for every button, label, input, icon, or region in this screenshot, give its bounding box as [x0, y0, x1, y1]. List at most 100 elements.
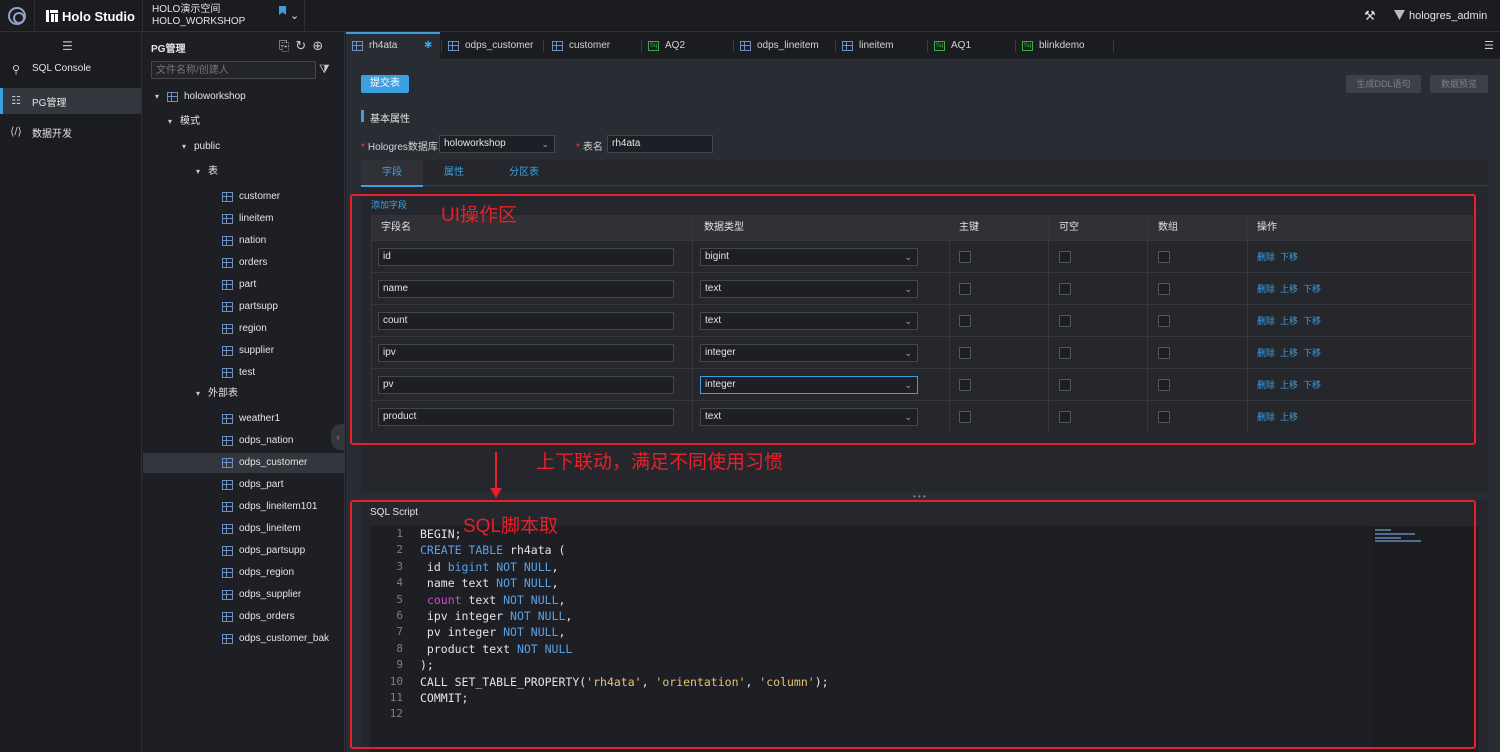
tree-label: odps_lineitem101 — [239, 501, 318, 512]
tree-label: odps_customer — [239, 457, 308, 468]
tab-rh4ata[interactable]: rh4ata ✱ — [346, 32, 440, 60]
tree-item-foreign-table[interactable]: odps_supplier — [143, 585, 345, 605]
tree-item-table[interactable]: region — [143, 319, 345, 339]
table-icon — [352, 41, 363, 51]
generate-ddl-button[interactable]: 生成DDL语句 — [1346, 75, 1421, 93]
tree-item-foreign-table[interactable]: odps_part — [143, 475, 345, 495]
tree-label: supplier — [239, 345, 275, 356]
tree-item-table[interactable]: orders — [143, 253, 345, 273]
tab-fields[interactable]: 字段 — [361, 160, 423, 187]
data-preview-button[interactable]: 数据预览 — [1430, 75, 1488, 93]
table-icon — [222, 524, 233, 534]
tab-odps_lineitem[interactable]: odps_lineitem — [734, 32, 834, 60]
ui-area-highlight — [350, 194, 1476, 445]
tab-AQ1[interactable]: Sq AQ1 — [928, 32, 1014, 60]
refresh-icon[interactable]: ↻ — [295, 38, 312, 53]
new-file-icon[interactable]: ⎘ — [279, 38, 295, 53]
tree-item-foreign-group[interactable]: ▾ 外部表 — [143, 384, 345, 404]
tree-label: customer — [239, 191, 281, 202]
tab-AQ2[interactable]: Sq AQ2 — [642, 32, 732, 60]
tree-label: odps_customer_bak — [239, 633, 330, 644]
section-title: 基本属性 — [370, 114, 410, 125]
workspace-switcher[interactable]: HOLO演示空间 HOLO_WORKSHOP — [152, 4, 245, 28]
tree-label: test — [239, 367, 256, 378]
tools-icon[interactable]: ⚒ — [1364, 8, 1376, 24]
filter-icon[interactable]: ⧩ — [319, 62, 330, 77]
nav-item-sql-console[interactable]: ⚲ SQL Console — [0, 57, 141, 83]
ui-area-annotation: UI操作区 — [441, 205, 518, 226]
chevron-down-icon[interactable]: ▾ — [182, 137, 186, 157]
db-label: * Hologres数据库 — [361, 142, 438, 153]
tree-item-foreign-table[interactable]: odps_customer_bak — [143, 629, 345, 649]
chevron-down-icon[interactable]: ▾ — [196, 384, 200, 404]
tab-odps_customer[interactable]: odps_customer — [442, 32, 542, 60]
chevron-down-icon[interactable]: ▾ — [168, 112, 172, 132]
nav-item-data-dev[interactable]: ⟨/⟩ 数据开发 — [0, 119, 141, 145]
collapse-panel-icon[interactable]: ‹ — [331, 424, 345, 450]
nav-item-pg-manage[interactable]: ☷ PG管理 — [0, 88, 141, 114]
table-name-label: * 表名 — [576, 142, 603, 153]
tree-label: holoworkshop — [184, 91, 246, 102]
chevron-down-icon[interactable]: ⌄ — [290, 9, 299, 22]
tree-item-table[interactable]: nation — [143, 231, 345, 251]
close-icon[interactable]: ✱ — [424, 32, 432, 60]
splitter-handle[interactable]: • • • — [913, 493, 935, 501]
table-icon — [222, 480, 233, 490]
app-root: Holo Studio HOLO演示空间 HOLO_WORKSHOP ⌄ ⚒ h… — [0, 0, 1500, 752]
table-icon — [222, 546, 233, 556]
locate-icon[interactable]: ⊕ — [312, 38, 329, 53]
user-name[interactable]: hologres_admin — [1409, 10, 1487, 22]
tree-label: odps_supplier — [239, 589, 302, 600]
tabs-bar: rh4ata ✱ odps_customer customer Sq AQ2 odps_li… — [346, 32, 1500, 60]
tree-item-database[interactable]: ▾ holoworkshop — [143, 87, 345, 107]
chevron-down-icon[interactable]: ▾ — [155, 87, 159, 107]
tree-item-foreign-table[interactable]: odps_orders — [143, 607, 345, 627]
table-icon — [448, 41, 459, 51]
tree-item-foreign-table[interactable]: odps_customer — [143, 453, 345, 473]
table-icon — [222, 258, 233, 268]
bookmark-icon[interactable] — [279, 6, 286, 15]
tab-customer[interactable]: customer — [546, 32, 640, 60]
tree-label: part — [239, 279, 257, 290]
search-input[interactable] — [151, 61, 316, 79]
tree-item-table[interactable]: customer — [143, 187, 345, 207]
tree-label: nation — [239, 235, 267, 246]
tree-label: orders — [239, 257, 268, 268]
table-icon — [222, 590, 233, 600]
tree-item-foreign-table[interactable]: odps_lineitem101 — [143, 497, 345, 517]
tree-label: weather1 — [239, 413, 281, 424]
table-name-input[interactable]: rh4ata — [607, 135, 713, 153]
tabs-menu-icon[interactable]: ☰ — [1484, 39, 1494, 52]
nav-label: SQL Console — [32, 63, 92, 74]
database-select[interactable]: holoworkshop ⌄ — [439, 135, 555, 153]
sql-icon: Sq — [648, 41, 659, 51]
tree-item-tables-group[interactable]: ▾ 表 — [143, 162, 345, 182]
chevron-down-icon[interactable]: ▾ — [196, 162, 200, 182]
table-icon — [552, 41, 563, 51]
user-vip-icon — [1394, 10, 1405, 20]
tree-label: partsupp — [239, 301, 278, 312]
tree-label: region — [239, 323, 267, 334]
tab-properties[interactable]: 属性 — [423, 160, 485, 186]
tab-partition[interactable]: 分区表 — [493, 160, 555, 186]
tree-item-foreign-table[interactable]: weather1 — [143, 409, 345, 429]
tree-item-table[interactable]: supplier — [143, 341, 345, 361]
tree-item-schema-group[interactable]: ▾ 模式 — [143, 112, 345, 132]
tree-item-table[interactable]: lineitem — [143, 209, 345, 229]
tree-item-schema[interactable]: ▾ public — [143, 137, 345, 157]
submit-table-button[interactable]: 提交表 — [361, 75, 409, 93]
tree-item-foreign-table[interactable]: odps_region — [143, 563, 345, 583]
tree-label: odps_region — [239, 567, 295, 578]
tree-item-foreign-table[interactable]: odps_nation — [143, 431, 345, 451]
holo-logo-icon[interactable] — [8, 7, 26, 25]
tree-item-table[interactable]: partsupp — [143, 297, 345, 317]
tree-item-table[interactable]: test — [143, 363, 345, 383]
tab-lineitem[interactable]: lineitem — [836, 32, 926, 60]
tree-item-foreign-table[interactable]: odps_partsupp — [143, 541, 345, 561]
menu-icon[interactable]: ☰ — [62, 39, 73, 53]
tree-item-table[interactable]: part — [143, 275, 345, 295]
tree-label: 模式 — [180, 116, 200, 127]
tab-blinkdemo[interactable]: Sq blinkdemo — [1016, 32, 1112, 60]
tree-item-foreign-table[interactable]: odps_lineitem — [143, 519, 345, 539]
table-icon — [222, 192, 233, 202]
